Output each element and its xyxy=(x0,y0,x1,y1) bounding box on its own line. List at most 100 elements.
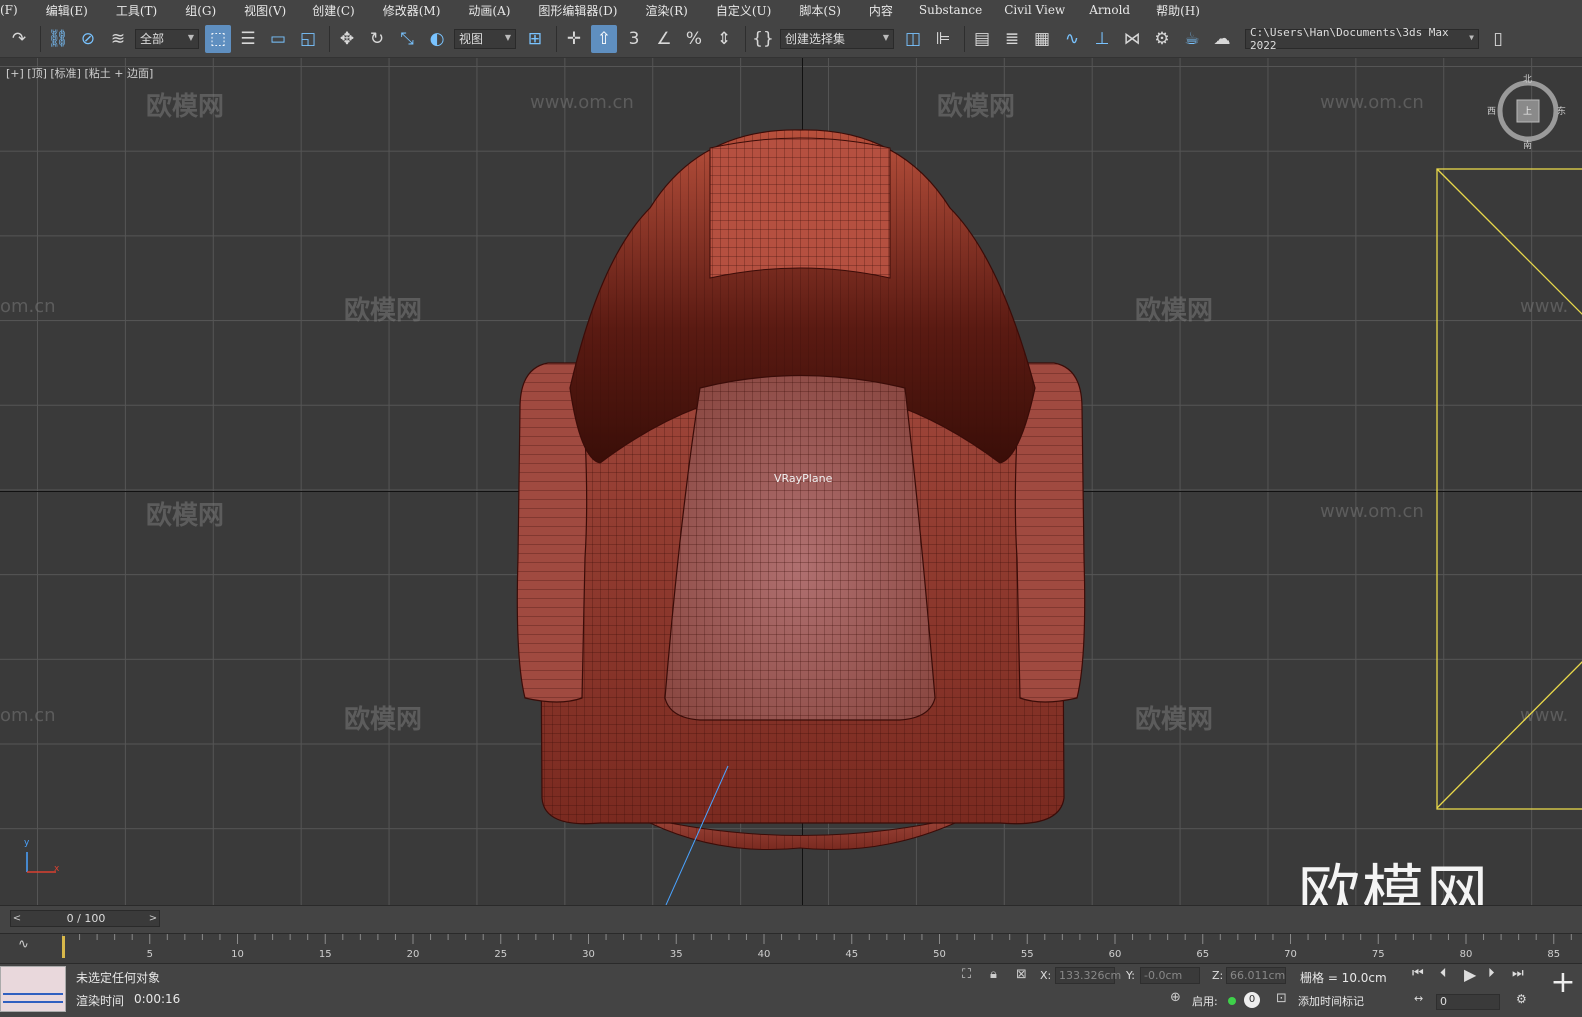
go-to-start-icon[interactable]: ⏮ xyxy=(1412,966,1424,981)
track-bar[interactable]: ∿ 0510152025303540455055606570758085 xyxy=(0,933,1582,963)
selection-filter-dropdown[interactable]: 全部 ▼ xyxy=(135,28,199,49)
select-manipulate-icon[interactable]: ✛ xyxy=(561,25,587,53)
link-icon[interactable]: ⛓ xyxy=(45,25,71,53)
angle-snap-icon[interactable]: ∠ xyxy=(651,25,677,53)
redo-icon[interactable]: ↷ xyxy=(6,25,32,53)
snaps-toggle-icon[interactable]: 3 xyxy=(621,25,647,53)
maxscript-listener[interactable] xyxy=(0,966,66,1012)
current-frame-marker[interactable] xyxy=(62,936,65,958)
viewcube-east-label: 东 xyxy=(1557,107,1567,117)
layer-explorer-icon[interactable]: ≣ xyxy=(999,25,1025,53)
add-time-tag[interactable]: 添加时间标记 xyxy=(1298,993,1364,1009)
menu-file[interactable]: (F) xyxy=(0,3,18,17)
viewcube-north-label: 北 xyxy=(1523,75,1533,85)
chevron-down-icon: ▼ xyxy=(187,32,194,42)
mini-curve-editor-icon[interactable]: ∿ xyxy=(18,937,29,952)
keyboard-shortcut-override-icon[interactable]: ⇧ xyxy=(591,24,617,53)
time-slider-next-button[interactable]: > xyxy=(147,911,159,926)
x-coord-field[interactable]: 133.326cm xyxy=(1055,967,1121,984)
axis-y-label: y xyxy=(24,838,30,848)
move-icon[interactable]: ✥ xyxy=(334,25,360,53)
add-icon[interactable]: + xyxy=(1548,968,1578,998)
menu-customize[interactable]: 自定义(U) xyxy=(716,2,771,19)
rotate-icon[interactable]: ↻ xyxy=(364,25,390,53)
spinner-snap-icon[interactable]: ⇕ xyxy=(711,25,737,53)
menu-arnold[interactable]: Arnold xyxy=(1089,3,1130,17)
bind-space-warp-icon[interactable]: ≋ xyxy=(105,25,131,53)
render-setup-icon[interactable]: ☕ xyxy=(1179,25,1205,53)
select-object-icon[interactable]: ⬚ xyxy=(205,24,231,53)
scene-explorer-icon[interactable]: ▤ xyxy=(969,25,995,53)
timeline-ticks[interactable]: 0510152025303540455055606570758085 xyxy=(62,934,1582,964)
status-dot-icon xyxy=(1228,997,1236,1005)
menu-animation[interactable]: 动画(A) xyxy=(468,2,510,19)
timeline-tick-label: 5 xyxy=(147,949,153,960)
y-coord-field[interactable]: -0.0cm xyxy=(1140,967,1200,984)
project-path-dropdown[interactable]: C:\Users\Han\Documents\3ds Max 2022 ▼ xyxy=(1245,26,1479,52)
menu-civil-view[interactable]: Civil View xyxy=(1004,3,1065,17)
menu-graph-editors[interactable]: 图形编辑器(D) xyxy=(538,2,617,19)
next-frame-icon[interactable]: ⏵ xyxy=(1488,966,1495,981)
snaps-toggle-label: 3 xyxy=(628,28,640,49)
adaptive-degradation-icon[interactable]: ⊕ xyxy=(1170,990,1181,1005)
curve-editor-icon[interactable]: ∿ xyxy=(1059,25,1085,53)
menu-scripting[interactable]: 脚本(S) xyxy=(799,2,841,19)
menu-create[interactable]: 创建(C) xyxy=(312,2,355,19)
ribbon-toggle-icon[interactable]: ▦ xyxy=(1029,25,1055,53)
percent-snap-icon[interactable]: % xyxy=(681,25,707,53)
vray-plane-outline[interactable] xyxy=(1436,168,1582,811)
project-folder-icon[interactable]: ▯ xyxy=(1485,25,1511,53)
scale-icon[interactable]: ⤡ xyxy=(394,25,420,53)
dope-sheet-icon[interactable]: ⊥ xyxy=(1089,25,1115,53)
menu-help[interactable]: 帮助(H) xyxy=(1156,2,1200,19)
top-viewport[interactable]: [+] [顶] [标准] [粘土 + 边面] 欧模网 www.om.cn 欧模网… xyxy=(0,58,1582,905)
transform-mode-icon[interactable]: ⊠ xyxy=(1016,967,1027,982)
edit-named-selection-icon[interactable]: {} xyxy=(750,25,776,53)
previous-frame-icon[interactable]: ⏴ xyxy=(1440,966,1447,981)
toolbar-divider xyxy=(964,25,965,52)
menu-group[interactable]: 组(G) xyxy=(185,2,216,19)
z-coord-field[interactable]: 66.011cm xyxy=(1226,967,1286,984)
menu-content[interactable]: 内容 xyxy=(869,2,893,19)
play-icon[interactable]: ▶ xyxy=(1464,965,1476,984)
counter-badge: 0 xyxy=(1244,992,1260,1008)
render-production-icon[interactable]: ☁ xyxy=(1209,25,1235,53)
y-coord-label: Y: xyxy=(1126,969,1135,982)
key-mode-icon[interactable]: ↔ xyxy=(1414,992,1423,1005)
mirror-icon[interactable]: ◫ xyxy=(900,25,926,53)
select-by-name-icon[interactable]: ☰ xyxy=(235,25,261,53)
material-editor-icon[interactable]: ⚙ xyxy=(1149,25,1175,53)
viewcube-face-label: 上 xyxy=(1523,107,1533,117)
menu-views[interactable]: 视图(V) xyxy=(244,2,286,19)
time-tag-icon[interactable]: ⊡ xyxy=(1276,991,1287,1006)
grid-size: 栅格 = 10.0cm xyxy=(1300,971,1387,985)
window-crossing-icon[interactable]: ◱ xyxy=(295,25,321,53)
x-coord-label: X: xyxy=(1040,969,1052,982)
menu-edit[interactable]: 编辑(E) xyxy=(46,2,88,19)
menu-modifiers[interactable]: 修改器(M) xyxy=(383,2,441,19)
toolbar-divider xyxy=(329,25,330,52)
timeline-tick-label: 55 xyxy=(1021,949,1034,960)
lock-icon[interactable]: 🔒︎ xyxy=(990,967,997,982)
placement-icon[interactable]: ◐ xyxy=(424,25,450,53)
time-slider[interactable]: < 0 / 100 > xyxy=(10,910,160,927)
time-slider-frame: 0 / 100 xyxy=(66,912,106,925)
menu-substance[interactable]: Substance xyxy=(919,3,982,17)
selection-lock-icon[interactable]: ⛶ xyxy=(962,967,971,982)
timeline-tick-label: 15 xyxy=(319,949,332,960)
viewcube[interactable]: 北 南 西 东 上 xyxy=(1487,75,1567,151)
main-toolbar: ↷ ⛓ ⊘ ≋ 全部 ▼ ⬚ ☰ ▭ ◱ ✥ ↻ ⤡ ◐ 视图 ▼ ⊞ ✛ ⇧ … xyxy=(0,20,1582,58)
timeline-tick-label: 35 xyxy=(670,949,683,960)
menu-tools[interactable]: 工具(T) xyxy=(116,2,157,19)
schematic-view-icon[interactable]: ⋈ xyxy=(1119,25,1145,53)
named-selection-dropdown[interactable]: 创建选择集 ▼ xyxy=(780,28,894,49)
unlink-icon[interactable]: ⊘ xyxy=(75,25,101,53)
time-configuration-icon[interactable]: ⚙ xyxy=(1516,992,1527,1006)
menu-rendering[interactable]: 渲染(R) xyxy=(645,2,687,19)
pivot-center-icon[interactable]: ⊞ xyxy=(522,25,548,53)
reference-coordinate-dropdown[interactable]: 视图 ▼ xyxy=(454,28,516,49)
rectangular-selection-icon[interactable]: ▭ xyxy=(265,25,291,53)
current-frame-input[interactable]: 0 xyxy=(1436,994,1500,1010)
go-to-end-icon[interactable]: ⏭ xyxy=(1512,966,1524,981)
align-icon[interactable]: ⊫ xyxy=(930,25,956,53)
